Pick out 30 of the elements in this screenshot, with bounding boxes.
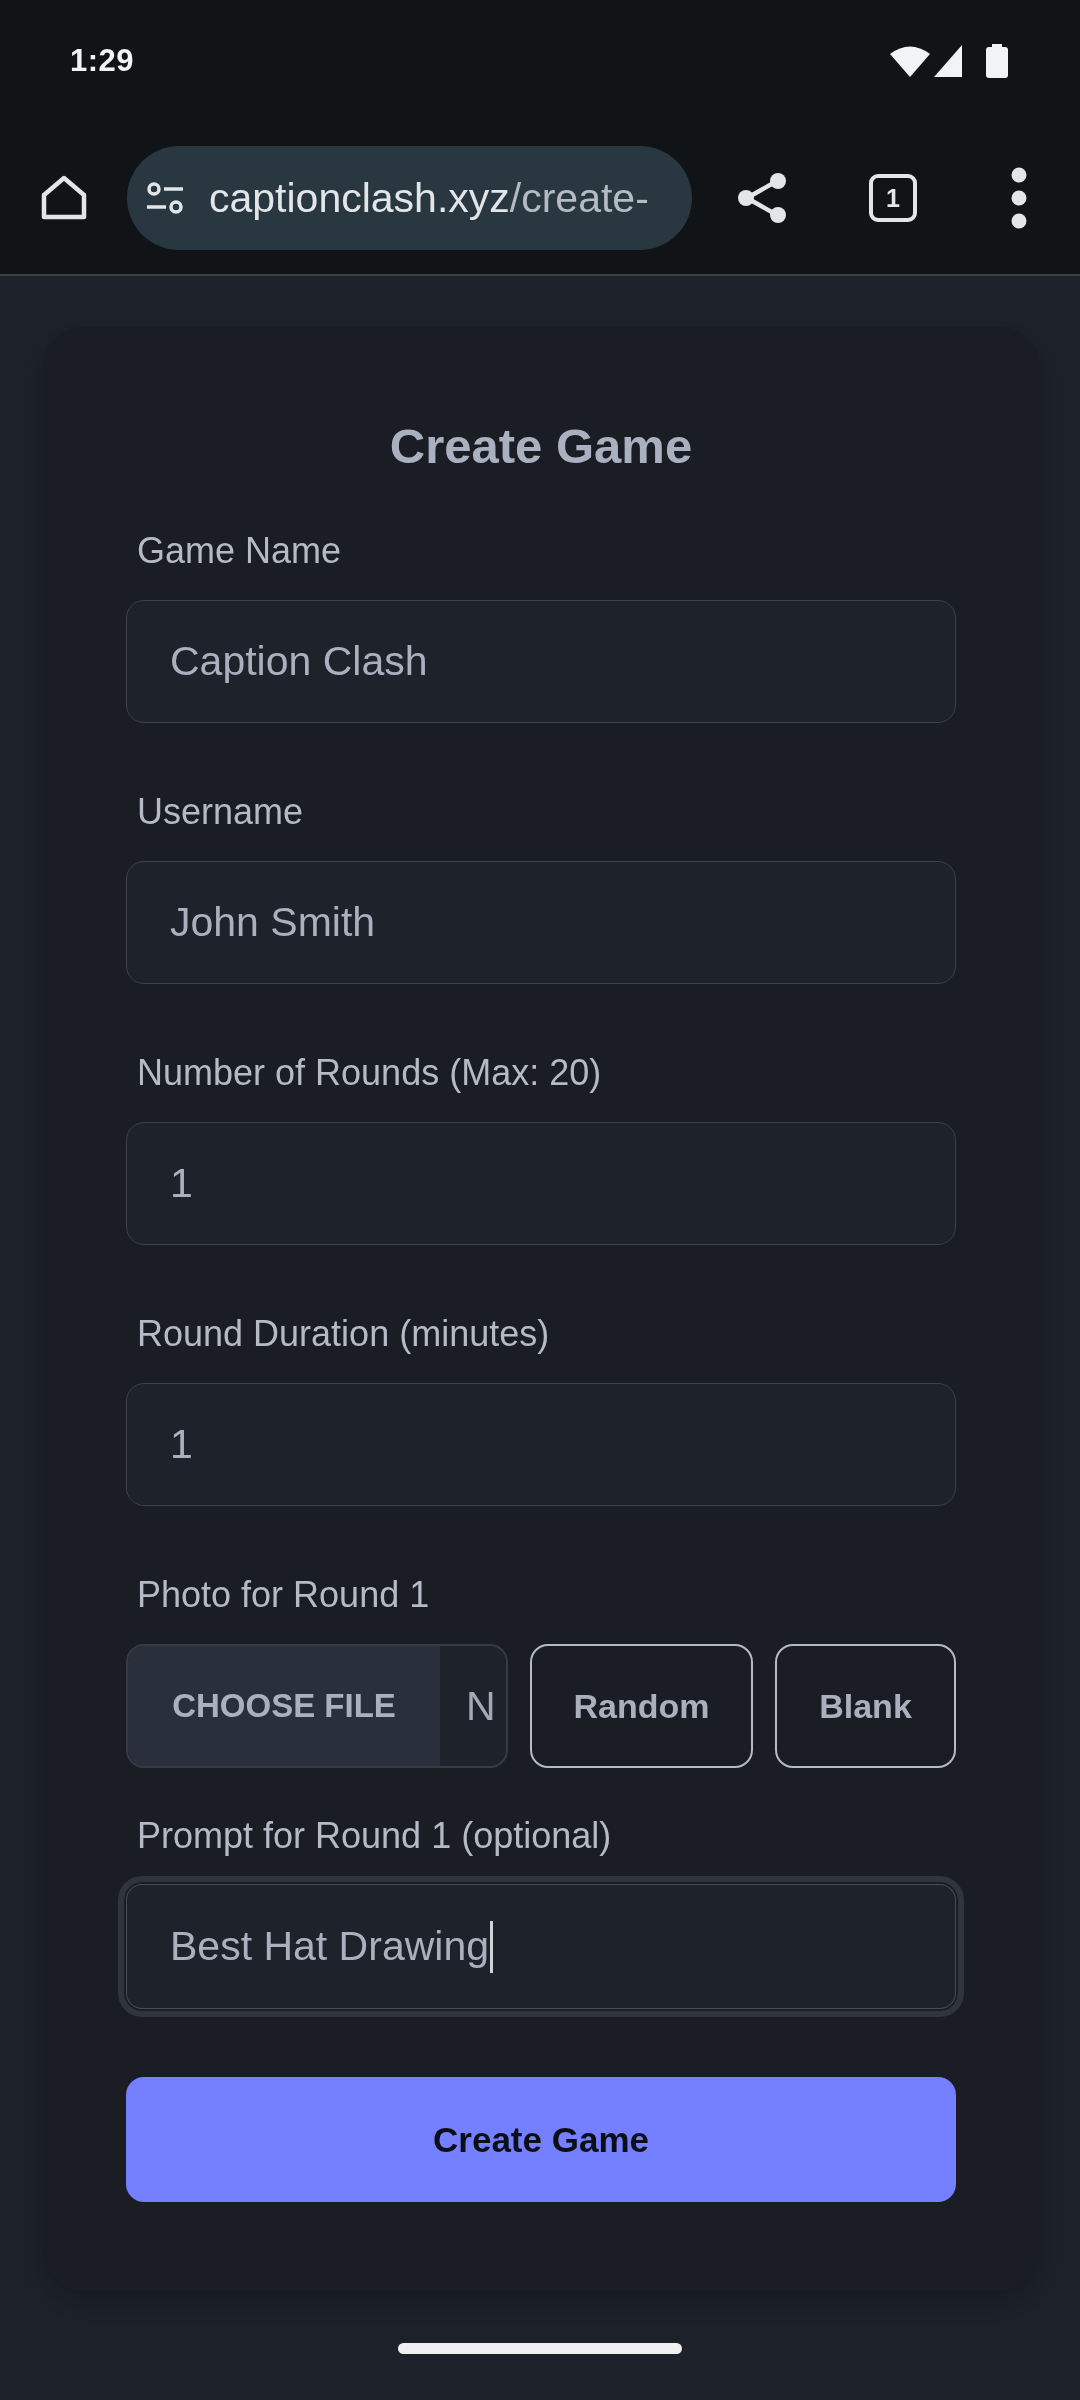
- url-text: captionclash.xyz/create-: [209, 174, 649, 222]
- field-label: Photo for Round 1: [136, 1575, 431, 1615]
- field-label: Game Name: [136, 531, 343, 571]
- clock-time: 1:29: [70, 43, 135, 79]
- field-label: Prompt for Round 1 (optional): [136, 1816, 613, 1856]
- file-input[interactable]: CHOOSE FILE N: [126, 1644, 508, 1768]
- menu-icon[interactable]: [1011, 167, 1027, 229]
- address-bar[interactable]: captionclash.xyz/create-: [127, 146, 692, 250]
- share-icon[interactable]: [738, 173, 786, 223]
- text-field[interactable]: 1: [126, 1383, 956, 1506]
- text-field[interactable]: John Smith: [126, 861, 956, 984]
- signal-icon: [934, 45, 962, 77]
- wifi-icon: [890, 45, 930, 77]
- create-game-button[interactable]: Create Game: [126, 2077, 956, 2202]
- tab-switcher-button[interactable]: 1: [869, 174, 917, 222]
- field-label: Username: [136, 792, 305, 832]
- choose-file-button[interactable]: CHOOSE FILE: [128, 1646, 440, 1766]
- field-label: Number of Rounds (Max: 20): [136, 1053, 603, 1093]
- text-field[interactable]: Caption Clash: [126, 600, 956, 723]
- site-settings-icon[interactable]: [147, 181, 183, 215]
- text-field[interactable]: 1: [126, 1122, 956, 1245]
- field-label: Round Duration (minutes): [136, 1314, 551, 1354]
- text-cursor: [490, 1920, 493, 1973]
- file-name-text: N: [465, 1681, 496, 1731]
- photo-option-button[interactable]: Random: [530, 1644, 753, 1768]
- photo-option-button[interactable]: Blank: [775, 1644, 956, 1768]
- home-icon[interactable]: [40, 175, 88, 221]
- form-title: Create Game: [388, 418, 694, 474]
- battery-icon: [986, 44, 1008, 78]
- text-field[interactable]: Best Hat Drawing: [118, 1876, 964, 2017]
